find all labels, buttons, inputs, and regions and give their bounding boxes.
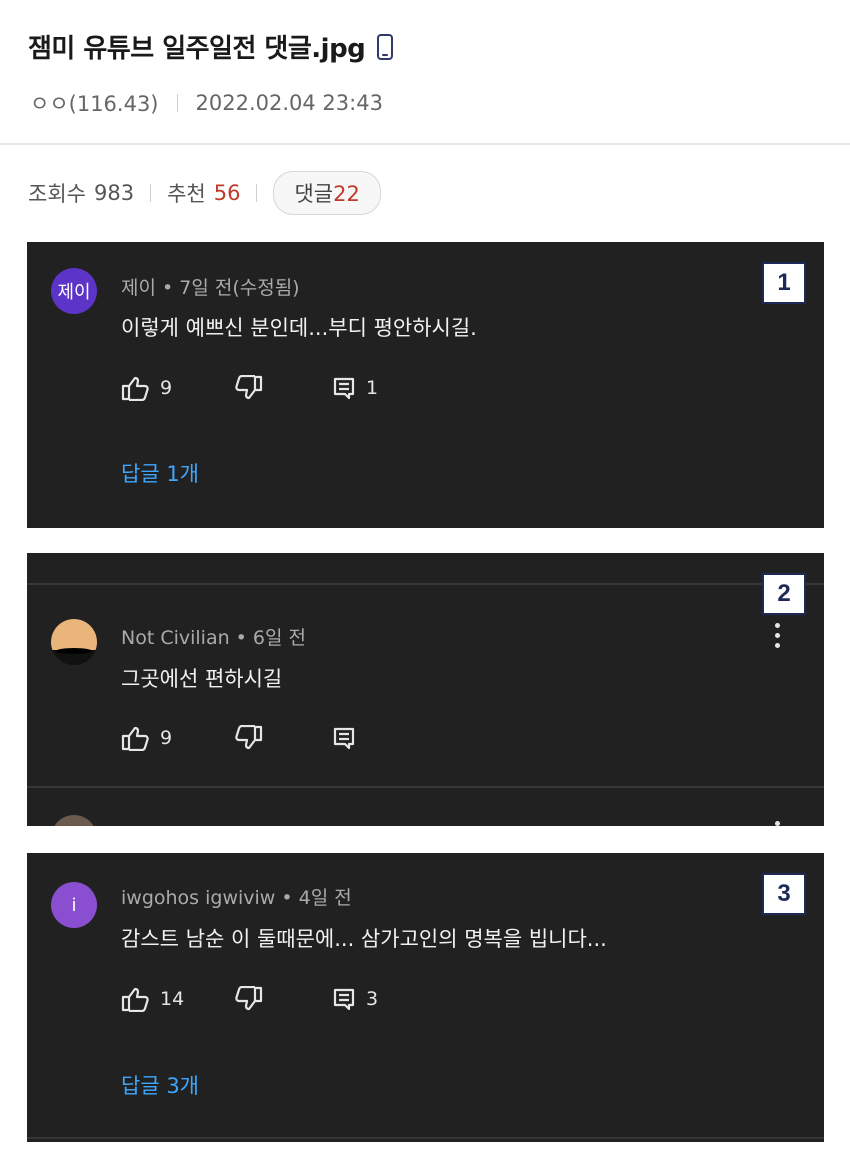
thumbs-down-icon — [235, 986, 263, 1011]
reply-button[interactable] — [331, 725, 357, 751]
divider — [27, 786, 824, 788]
more-options-icon-partial — [774, 821, 780, 826]
avatar-partial — [51, 815, 97, 826]
post-meta: ㅇㅇ(116.43) 2022.02.04 23:43 — [30, 88, 383, 118]
comments-label: 댓글 — [294, 182, 334, 206]
post-datetime: 2022.02.04 23:43 — [195, 91, 383, 115]
stats-divider — [150, 184, 152, 202]
comment-actions: 9 1 — [121, 375, 378, 401]
thumbs-down-icon — [235, 375, 263, 400]
comment-icon — [333, 727, 355, 750]
comment-actions: 9 — [121, 725, 357, 751]
number-badge: 1 — [762, 262, 806, 304]
reply-count: 1 — [366, 377, 379, 399]
like-button[interactable]: 14 — [121, 986, 233, 1012]
thumbs-down-icon — [235, 725, 263, 750]
dislike-button[interactable] — [233, 986, 331, 1012]
avatar: 제이 — [51, 268, 97, 314]
comments-count: 22 — [333, 182, 360, 206]
dislike-button[interactable] — [233, 725, 331, 751]
reply-count: 3 — [366, 988, 379, 1010]
comment-icon — [333, 988, 355, 1011]
reply-button[interactable]: 3 — [331, 986, 378, 1012]
profile-image-icon — [51, 619, 97, 665]
thumbs-up-icon — [121, 987, 149, 1012]
like-button[interactable]: 9 — [121, 725, 233, 751]
post-title: 잼미 유튜브 일주일전 댓글.jpg — [28, 28, 394, 65]
like-count: 14 — [160, 988, 185, 1010]
comment-header: 제이 • 7일 전(수정됨) — [121, 277, 300, 299]
post-stats: 조회수 983 추천 56 댓글22 — [28, 171, 381, 215]
post-author[interactable]: ㅇㅇ(116.43) — [30, 88, 159, 118]
like-count: 9 — [160, 727, 173, 749]
comments-button[interactable]: 댓글22 — [273, 171, 381, 215]
thumbs-up-icon — [121, 726, 149, 751]
avatar — [51, 619, 97, 665]
recommend-count: 56 — [213, 181, 241, 205]
comment-actions: 14 3 — [121, 986, 378, 1012]
comment-text: 이렇게 예쁘신 분인데...부디 평안하시길. — [121, 316, 477, 340]
avatar: i — [51, 882, 97, 928]
divider — [27, 1137, 824, 1139]
post-title-text: 잼미 유튜브 일주일전 댓글.jpg — [28, 34, 366, 64]
mobile-phone-icon — [377, 33, 394, 60]
comment-screenshot-2: Not Civilian • 6일 전 그곳에선 편하시길 9 2 — [27, 553, 824, 826]
stats-divider — [256, 184, 258, 202]
comment-header: iwgohos igwiviw • 4일 전 — [121, 887, 352, 909]
meta-divider — [176, 94, 178, 112]
comment-screenshot-3: i iwgohos igwiviw • 4일 전 감스트 남순 이 둘때문에..… — [27, 853, 824, 1142]
comment-icon — [333, 377, 355, 400]
like-button[interactable]: 9 — [121, 375, 233, 401]
view-replies-link[interactable]: 답글 1개 — [121, 458, 199, 488]
comment-screenshot-1: 제이 제이 • 7일 전(수정됨) 이렇게 예쁘신 분인데...부디 평안하시길… — [27, 242, 824, 528]
views-count: 983 — [93, 181, 135, 205]
like-count: 9 — [160, 377, 173, 399]
more-options-icon[interactable] — [774, 623, 780, 653]
view-replies-link[interactable]: 답글 3개 — [121, 1070, 199, 1100]
comment-text: 그곳에선 편하시길 — [121, 667, 283, 691]
avatar-initials: i — [71, 894, 77, 916]
recommend-label: 추천 — [167, 182, 206, 206]
number-badge: 3 — [762, 873, 806, 915]
views-label: 조회수 — [28, 182, 86, 206]
avatar-initials: 제이 — [57, 282, 91, 303]
thumbs-up-icon — [121, 376, 149, 401]
divider — [27, 583, 824, 585]
comment-header: Not Civilian • 6일 전 — [121, 627, 307, 649]
dislike-button[interactable] — [233, 375, 331, 401]
comment-text: 감스트 남순 이 둘때문에... 삼가고인의 명복을 빕니다... — [121, 927, 607, 951]
number-badge: 2 — [762, 573, 806, 615]
reply-button[interactable]: 1 — [331, 375, 378, 401]
post-header: 잼미 유튜브 일주일전 댓글.jpg ㅇㅇ(116.43) 2022.02.04… — [0, 0, 850, 145]
